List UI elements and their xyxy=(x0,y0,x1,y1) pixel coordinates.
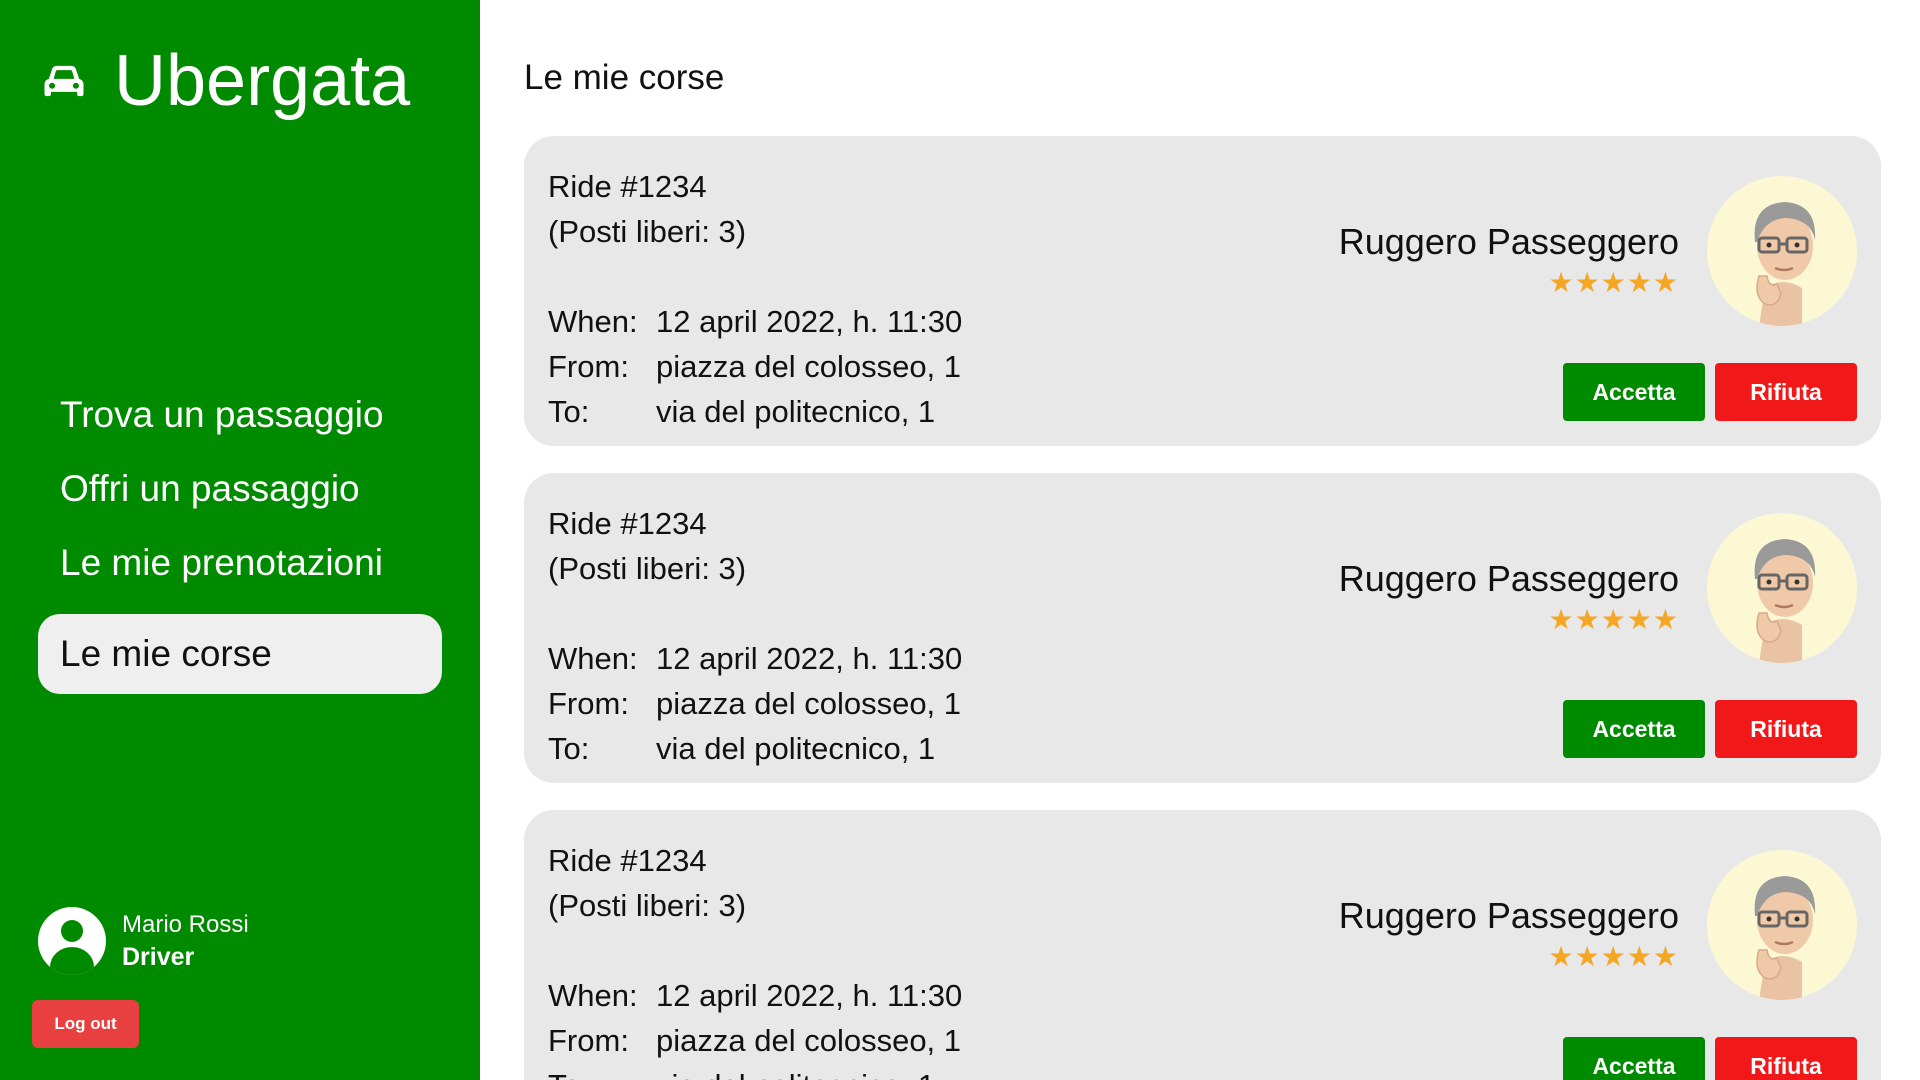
app-name: Ubergata xyxy=(114,41,411,121)
passenger-avatar[interactable] xyxy=(1707,176,1857,326)
accept-button[interactable]: Accetta xyxy=(1563,1037,1705,1080)
to-label: To: xyxy=(548,731,590,766)
ride-card: Ride #1234 (Posti liberi: 3) When: 12 apr… xyxy=(524,136,1881,446)
when-label: When: xyxy=(548,304,638,339)
star-icon: ★ xyxy=(1626,941,1653,972)
logout-button[interactable]: Log out xyxy=(32,1000,139,1048)
star-icon: ★ xyxy=(1652,267,1679,298)
ride-id: Ride #1234 xyxy=(548,506,707,541)
sidebar-nav: Trova un passaggio Offri un passaggio Le… xyxy=(38,378,442,694)
ride-seats: (Posti liberi: 3) xyxy=(548,214,747,249)
when-label: When: xyxy=(548,978,638,1013)
passenger-name[interactable]: Ruggero Passeggero xyxy=(1339,220,1679,264)
ride-from: piazza del colosseo, 1 xyxy=(656,349,962,384)
main-content: Le mie corse Ride #1234 (Posti liberi: 3… xyxy=(480,0,1920,1080)
star-icon: ★ xyxy=(1652,604,1679,635)
passenger-name[interactable]: Ruggero Passeggero xyxy=(1339,894,1679,938)
nav-item-trova-passaggio[interactable]: Trova un passaggio xyxy=(38,378,442,452)
ride-card: Ride #1234 (Posti liberi: 3) When: 12 apr… xyxy=(524,810,1881,1080)
star-icon: ★ xyxy=(1600,941,1627,972)
ride-to: via del politecnico, 1 xyxy=(656,394,936,429)
user-avatar-icon xyxy=(38,907,106,975)
ride-to: via del politecnico, 1 xyxy=(656,1063,935,1080)
reject-button[interactable]: Rifiuta xyxy=(1715,363,1857,421)
star-icon: ★ xyxy=(1600,267,1627,298)
ride-id: Ride #1234 xyxy=(548,169,707,204)
passenger-avatar[interactable] xyxy=(1707,850,1857,1000)
sidebar: Ubergata Trova un passaggio Offri un pas… xyxy=(0,0,480,1080)
page-title: Le mie corse xyxy=(524,58,725,97)
star-icon: ★ xyxy=(1574,604,1601,635)
from-label: From: xyxy=(548,686,629,721)
nav-item-mie-corse[interactable]: Le mie corse xyxy=(38,614,442,694)
car-icon xyxy=(38,55,90,107)
from-label: From: xyxy=(548,349,629,384)
ride-details: When: 12 april 2022, h. 11:30 From: piazza… xyxy=(548,636,962,771)
nav-item-offri-passaggio[interactable]: Offri un passaggio xyxy=(38,452,442,526)
passenger-rating: ★★★★★ xyxy=(1548,603,1679,637)
star-icon: ★ xyxy=(1548,604,1575,635)
ride-details: When: 12 april 2022, h. 11:30 From: piazza… xyxy=(548,973,962,1080)
user-role: Driver xyxy=(122,943,195,971)
user-profile: Mario Rossi Driver xyxy=(38,907,249,975)
ride-when: 12 april 2022, h. 11:30 xyxy=(656,978,963,1013)
to-label: To: xyxy=(548,1063,656,1080)
star-icon: ★ xyxy=(1626,267,1653,298)
star-icon: ★ xyxy=(1652,941,1679,972)
reject-button[interactable]: Rifiuta xyxy=(1715,700,1857,758)
ride-from: piazza del colosseo, 1 xyxy=(656,1023,962,1058)
ride-when: 12 april 2022, h. 11:30 xyxy=(656,304,963,339)
reject-button[interactable]: Rifiuta xyxy=(1715,1037,1857,1080)
when-label: When: xyxy=(548,641,638,676)
ride-seats: (Posti liberi: 3) xyxy=(548,551,747,586)
ride-id: Ride #1234 xyxy=(548,843,707,878)
brand[interactable]: Ubergata xyxy=(38,38,410,124)
user-name: Mario Rossi xyxy=(122,911,249,938)
star-icon: ★ xyxy=(1626,604,1653,635)
passenger-rating: ★★★★★ xyxy=(1548,266,1679,300)
ride-seats: (Posti liberi: 3) xyxy=(548,888,747,923)
ride-to: via del politecnico, 1 xyxy=(656,731,936,766)
star-icon: ★ xyxy=(1548,267,1575,298)
ride-details: When: 12 april 2022, h. 11:30 From: piazza… xyxy=(548,299,962,434)
accept-button[interactable]: Accetta xyxy=(1563,700,1705,758)
ride-when: 12 april 2022, h. 11:30 xyxy=(656,641,963,676)
star-icon: ★ xyxy=(1574,941,1601,972)
star-icon: ★ xyxy=(1548,941,1575,972)
ride-card: Ride #1234 (Posti liberi: 3) When: 12 apr… xyxy=(524,473,1881,783)
to-label: To: xyxy=(548,394,590,429)
passenger-rating: ★★★★★ xyxy=(1548,940,1679,974)
star-icon: ★ xyxy=(1600,604,1627,635)
accept-button[interactable]: Accetta xyxy=(1563,363,1705,421)
from-label: From: xyxy=(548,1023,629,1058)
ride-from: piazza del colosseo, 1 xyxy=(656,686,962,721)
nav-item-mie-prenotazioni[interactable]: Le mie prenotazioni xyxy=(38,526,442,600)
passenger-avatar[interactable] xyxy=(1707,513,1857,663)
passenger-name[interactable]: Ruggero Passeggero xyxy=(1339,557,1679,601)
star-icon: ★ xyxy=(1574,267,1601,298)
